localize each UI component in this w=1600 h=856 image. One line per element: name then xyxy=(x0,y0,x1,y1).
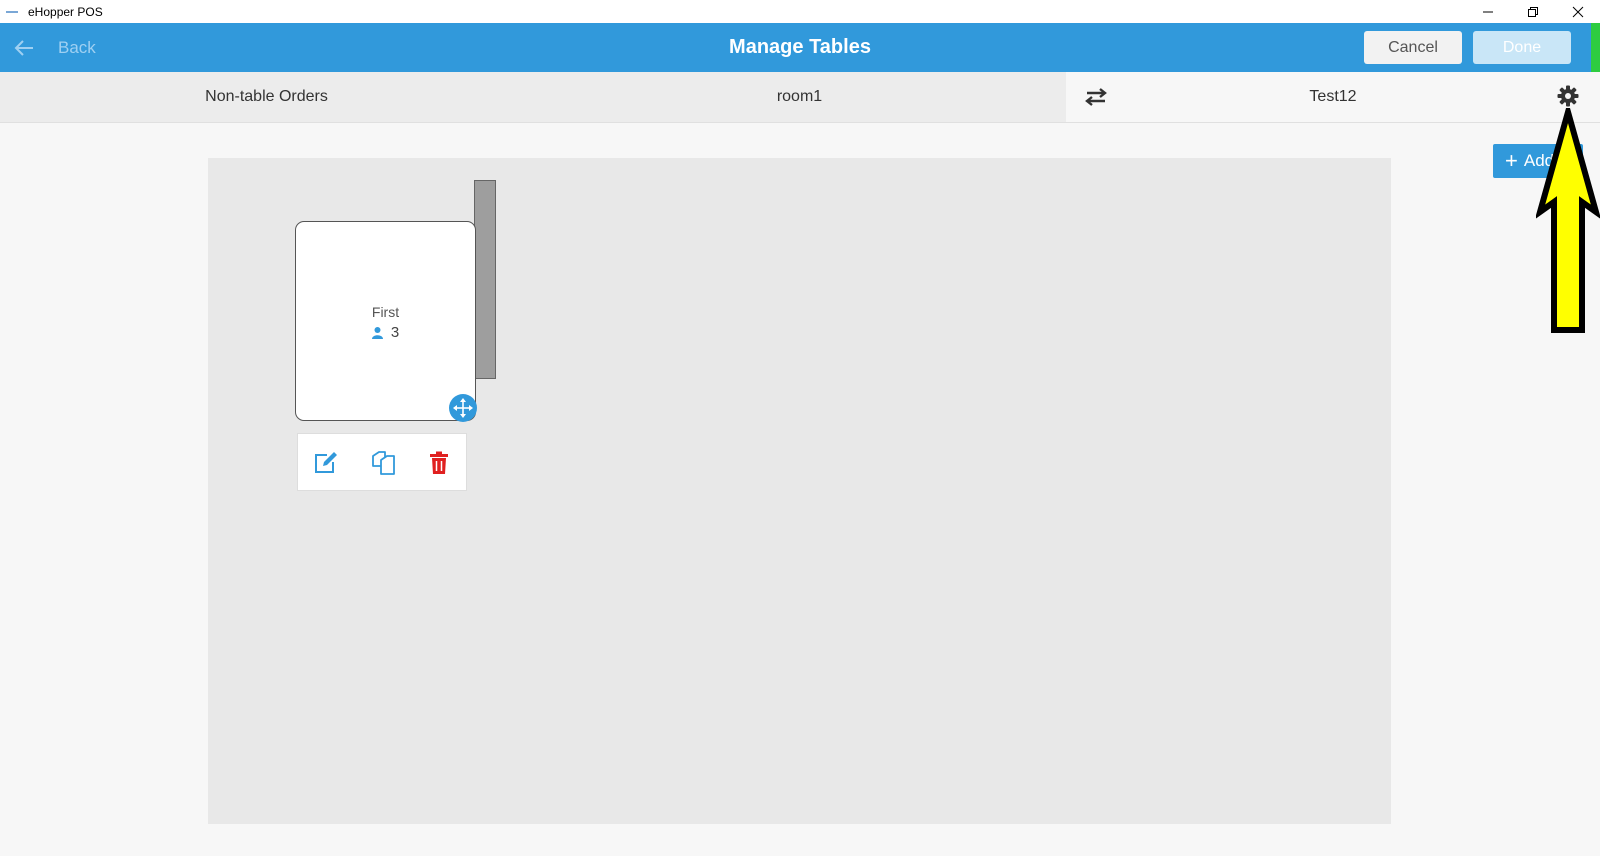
seat-count: 3 xyxy=(390,324,400,341)
window-titlebar: eHopper POS xyxy=(0,0,1600,23)
table-seats: 3 xyxy=(296,324,475,341)
window-controls xyxy=(1465,0,1600,23)
done-button[interactable]: Done xyxy=(1473,31,1571,64)
close-button[interactable] xyxy=(1555,0,1600,23)
tab-test12[interactable]: Test12 xyxy=(1066,72,1600,122)
restore-icon xyxy=(1527,6,1538,17)
minimize-icon xyxy=(1482,11,1493,12)
page-title: Manage Tables xyxy=(729,36,871,58)
close-icon xyxy=(1572,6,1583,17)
minimize-button[interactable] xyxy=(1465,0,1510,23)
person-icon xyxy=(371,326,383,339)
table-actions xyxy=(297,433,467,491)
edit-button[interactable] xyxy=(312,450,340,476)
cancel-button[interactable]: Cancel xyxy=(1364,31,1462,64)
plus-icon: + xyxy=(1505,148,1518,173)
floor-plan-canvas[interactable]: First 3 xyxy=(208,158,1391,824)
swap-icon[interactable] xyxy=(1084,85,1108,109)
move-handle[interactable] xyxy=(449,394,477,422)
table-card[interactable]: First 3 xyxy=(295,221,477,422)
tab-test12-label: Test12 xyxy=(1309,88,1357,105)
trash-icon xyxy=(430,451,448,474)
edit-icon xyxy=(315,452,337,473)
app-icon xyxy=(6,10,18,13)
copy-icon xyxy=(372,451,395,475)
wall-element[interactable] xyxy=(474,180,496,379)
copy-button[interactable] xyxy=(369,450,397,476)
table-name: First xyxy=(371,304,400,320)
move-icon xyxy=(453,398,473,418)
app-header: Back Manage Tables Cancel Done xyxy=(0,23,1600,72)
annotation-arrow-icon xyxy=(1536,108,1600,333)
delete-button[interactable] xyxy=(425,450,453,476)
gear-icon[interactable] xyxy=(1556,84,1580,108)
tab-room1[interactable]: room1 xyxy=(533,72,1066,122)
tab-non-table-orders[interactable]: Non-table Orders xyxy=(0,72,533,122)
status-strip xyxy=(1591,23,1600,72)
room-tabs: Non-table Orders room1 Test12 xyxy=(0,72,1600,123)
restore-button[interactable] xyxy=(1510,0,1555,23)
window-title: eHopper POS xyxy=(28,4,103,19)
